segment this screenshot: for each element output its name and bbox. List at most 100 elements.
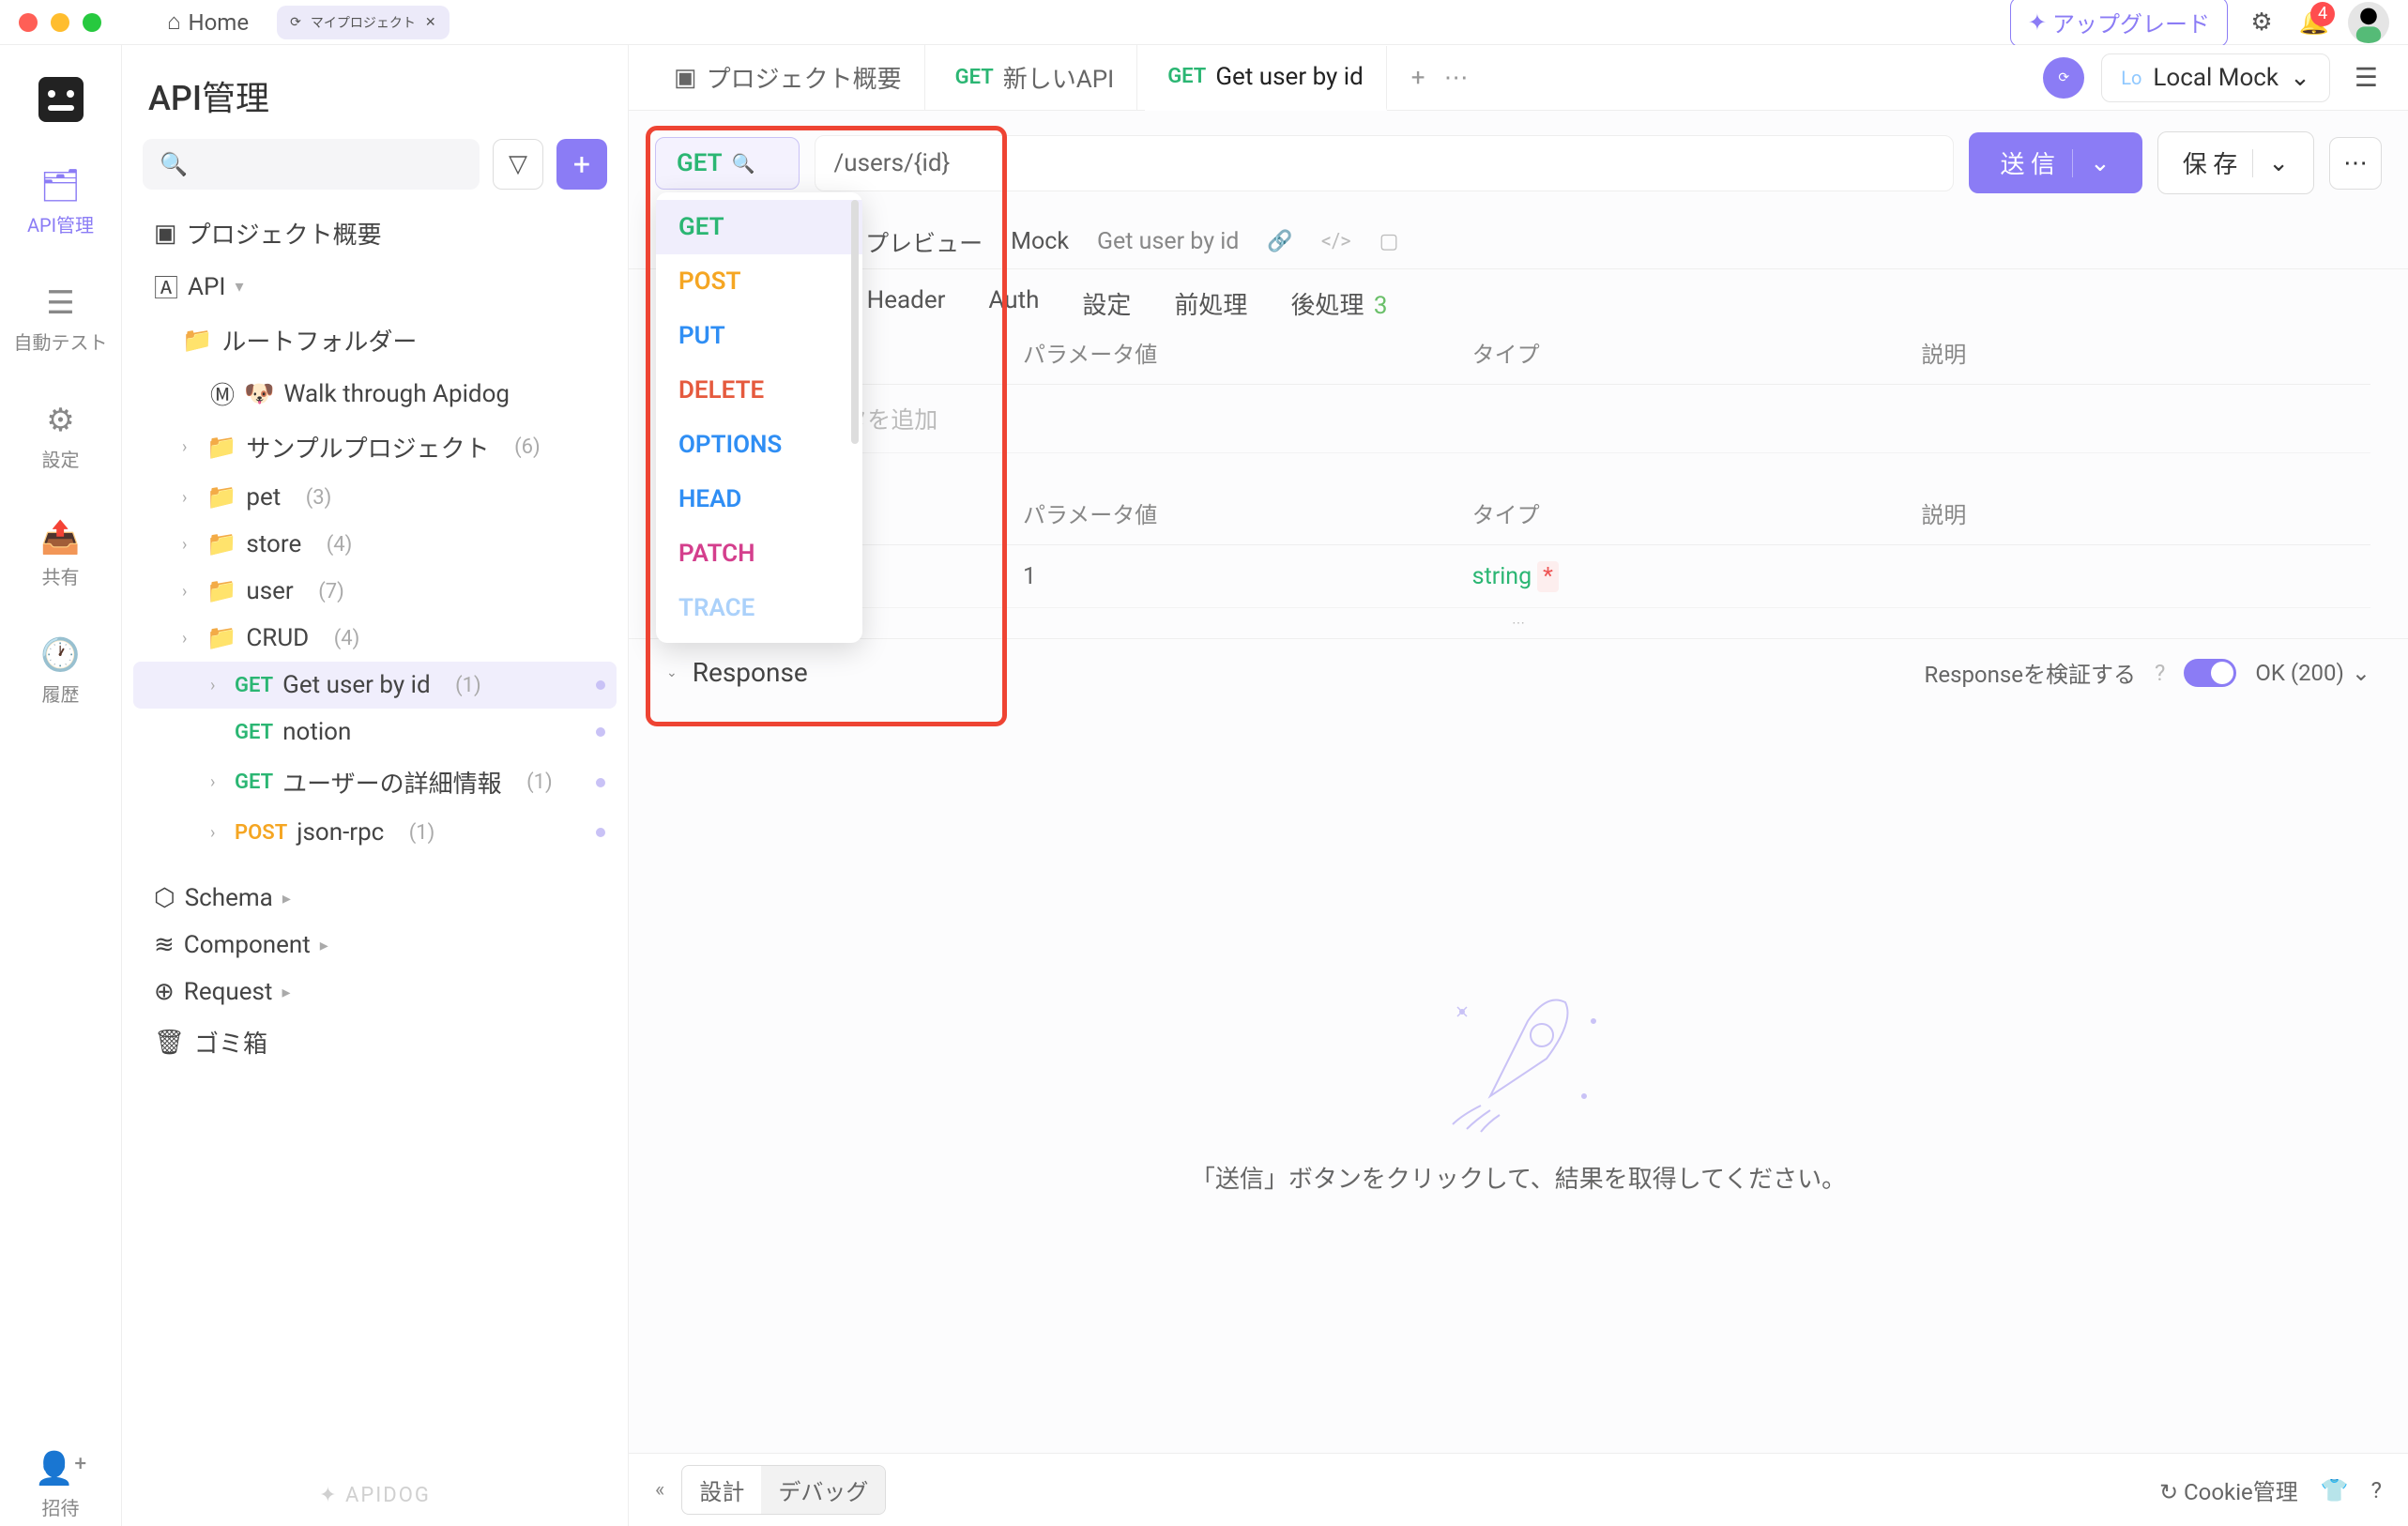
maximize-window[interactable] bbox=[83, 13, 101, 32]
method-option-delete[interactable]: DELETE bbox=[656, 363, 862, 418]
method-option-get[interactable]: GET bbox=[656, 200, 862, 254]
url-input[interactable]: /users/{id} bbox=[815, 135, 1954, 191]
tree-folder[interactable]: ›📁store (4) bbox=[133, 521, 617, 568]
method-option-patch[interactable]: PATCH bbox=[656, 526, 862, 581]
param-tab-post[interactable]: 後処理 3 bbox=[1290, 286, 1387, 321]
code-icon[interactable]: </> bbox=[1321, 230, 1351, 253]
param-tab-header[interactable]: Header bbox=[867, 286, 946, 321]
cookie-manager-button[interactable]: ↻ Cookie管理 bbox=[2159, 1473, 2298, 1506]
link-icon[interactable]: 🔗 bbox=[1267, 230, 1292, 253]
tree-folder[interactable]: ›📁サンプルプロジェクト (6) bbox=[133, 420, 617, 474]
env-refresh-button[interactable]: ⟳ bbox=[2043, 57, 2084, 99]
param-type[interactable]: string bbox=[1472, 563, 1532, 590]
rail-invite[interactable]: 👤⁺招待 bbox=[0, 1444, 121, 1526]
param-tab-settings[interactable]: 設定 bbox=[1082, 286, 1131, 321]
method-option-post[interactable]: POST bbox=[656, 254, 862, 309]
save-button[interactable]: 保 存⌄ bbox=[2157, 131, 2314, 194]
main-panel: ▣プロジェクト概要 GET新しいAPI GETGet user by id + ⋯… bbox=[629, 45, 2408, 1526]
chevron-right-icon: › bbox=[182, 535, 197, 555]
chevron-right-icon: › bbox=[182, 629, 197, 649]
method-option-put[interactable]: PUT bbox=[656, 309, 862, 363]
notifications-button[interactable]: 🔔 4 bbox=[2295, 4, 2333, 41]
project-tab[interactable]: ⟳ マイプロジェクト ✕ bbox=[277, 6, 449, 39]
tree-api-root[interactable]: 🄰API▾ bbox=[133, 260, 617, 313]
trash-icon: 🗑 bbox=[154, 1029, 185, 1057]
query-add-row[interactable]: パラメータを追加 bbox=[666, 385, 2370, 453]
tree-api-item[interactable]: GETnotion bbox=[133, 709, 617, 755]
rail-share[interactable]: 📤共有 bbox=[0, 513, 121, 595]
subtab-preview[interactable]: プレビュー bbox=[865, 225, 983, 259]
tree-label: pet bbox=[246, 483, 281, 511]
path-param-row[interactable]: ✓id 1 string* bbox=[666, 545, 2370, 608]
window-icon[interactable]: ▢ bbox=[1379, 230, 1399, 253]
rail-api-management[interactable]: 🗂API管理 bbox=[0, 161, 121, 243]
param-tab-pre[interactable]: 前処理 bbox=[1174, 286, 1247, 321]
rail-history[interactable]: 🕐履歴 bbox=[0, 631, 121, 712]
help-icon[interactable]: ? bbox=[2155, 660, 2165, 686]
env-prefix: Lo bbox=[2121, 67, 2141, 89]
param-value[interactable]: 1 bbox=[1023, 563, 1472, 590]
mode-debug[interactable]: デバッグ bbox=[761, 1466, 885, 1514]
tab-new-api[interactable]: GET新しいAPI bbox=[933, 45, 1138, 110]
tab-get-user[interactable]: GETGet user by id bbox=[1145, 46, 1387, 111]
tab-more-button[interactable]: ⋯ bbox=[1444, 64, 1469, 92]
tree-folder[interactable]: ›📁user (7) bbox=[133, 568, 617, 615]
minimize-window[interactable] bbox=[51, 13, 69, 32]
add-tab-button[interactable]: + bbox=[1411, 64, 1425, 92]
tree-trash[interactable]: 🗑ゴミ箱 bbox=[133, 1015, 617, 1069]
menu-button[interactable]: ☰ bbox=[2347, 62, 2385, 93]
cookie-icon: ↻ bbox=[2159, 1479, 2178, 1505]
subtab-mock[interactable]: Mock bbox=[1011, 228, 1069, 255]
tree-folder[interactable]: ›📁CRUD (4) bbox=[133, 615, 617, 662]
status-dot bbox=[596, 828, 605, 837]
ok-label: OK (200) bbox=[2255, 660, 2344, 686]
chevron-down-icon[interactable]: ⌄ bbox=[2252, 149, 2289, 177]
environment-selector[interactable]: LoLocal Mock⌄ bbox=[2101, 53, 2330, 102]
overview-icon: ▣ bbox=[674, 64, 697, 92]
chevron-down-icon[interactable]: ⌄ bbox=[2072, 149, 2111, 177]
method-option-head[interactable]: HEAD bbox=[656, 472, 862, 526]
tree-label: json-rpc bbox=[297, 818, 384, 847]
rail-settings[interactable]: ⚙設定 bbox=[0, 396, 121, 478]
tree-component[interactable]: ≋Component▸ bbox=[133, 922, 617, 969]
chevron-down-icon[interactable]: ⌄ bbox=[666, 665, 678, 680]
close-icon[interactable]: ✕ bbox=[425, 15, 436, 30]
tree-project-overview[interactable]: ▣プロジェクト概要 bbox=[133, 206, 617, 260]
close-window[interactable] bbox=[19, 13, 38, 32]
rail-auto-test[interactable]: ☰自動テスト bbox=[0, 279, 121, 360]
tshirt-button[interactable]: 👕 bbox=[2321, 1477, 2349, 1503]
add-button[interactable]: + bbox=[556, 139, 607, 190]
tree-api-item[interactable]: ›GETユーザーの詳細情報 (1) bbox=[133, 755, 617, 809]
status-dot bbox=[596, 680, 605, 690]
tree-schema[interactable]: ⬡Schema▸ bbox=[133, 875, 617, 922]
api-badge-icon: 🄰 bbox=[154, 269, 178, 304]
tree-walk-through[interactable]: Ⓜ🐶Walk through Apidog bbox=[133, 367, 617, 420]
tab-overview[interactable]: ▣プロジェクト概要 bbox=[651, 45, 925, 110]
method-label: POST bbox=[235, 821, 287, 845]
tree-root-folder[interactable]: 📁ルートフォルダー bbox=[133, 313, 617, 367]
home-button[interactable]: ⌂ Home bbox=[154, 1, 262, 43]
tree-api-item[interactable]: ›POSTjson-rpc (1) bbox=[133, 809, 617, 856]
settings-button[interactable]: ⚙ bbox=[2243, 4, 2280, 41]
filter-button[interactable]: ▽ bbox=[493, 139, 543, 190]
more-button[interactable]: ⋯ bbox=[2329, 137, 2382, 190]
collapse-button[interactable]: « bbox=[655, 1478, 664, 1502]
method-option-options[interactable]: OPTIONS bbox=[656, 418, 862, 472]
upgrade-button[interactable]: ✦ アップグレード bbox=[2010, 0, 2228, 47]
search-input[interactable]: 🔍 bbox=[143, 139, 480, 190]
mode-design[interactable]: 設計 bbox=[682, 1466, 761, 1514]
dropdown-scrollbar[interactable] bbox=[851, 200, 859, 444]
method-selector[interactable]: GET 🔍 GET POST PUT DELETE OPTIONS HEAD P… bbox=[655, 137, 800, 190]
response-divider[interactable]: ⋯ bbox=[629, 608, 2408, 638]
method-label: GET bbox=[1167, 65, 1206, 88]
tree-api-item[interactable]: ›GETGet user by id (1) bbox=[133, 662, 617, 709]
user-avatar[interactable] bbox=[2348, 2, 2389, 43]
tree-request[interactable]: ⊕Request▸ bbox=[133, 969, 617, 1015]
tree-folder[interactable]: ›📁pet (3) bbox=[133, 474, 617, 521]
help-button[interactable]: ? bbox=[2371, 1477, 2382, 1503]
validate-toggle[interactable] bbox=[2184, 659, 2236, 687]
response-status-selector[interactable]: OK (200)⌄ bbox=[2255, 660, 2370, 686]
param-tab-auth[interactable]: Auth bbox=[988, 286, 1039, 321]
method-option-trace[interactable]: TRACE bbox=[656, 581, 862, 635]
send-button[interactable]: 送 信⌄ bbox=[1969, 132, 2142, 193]
